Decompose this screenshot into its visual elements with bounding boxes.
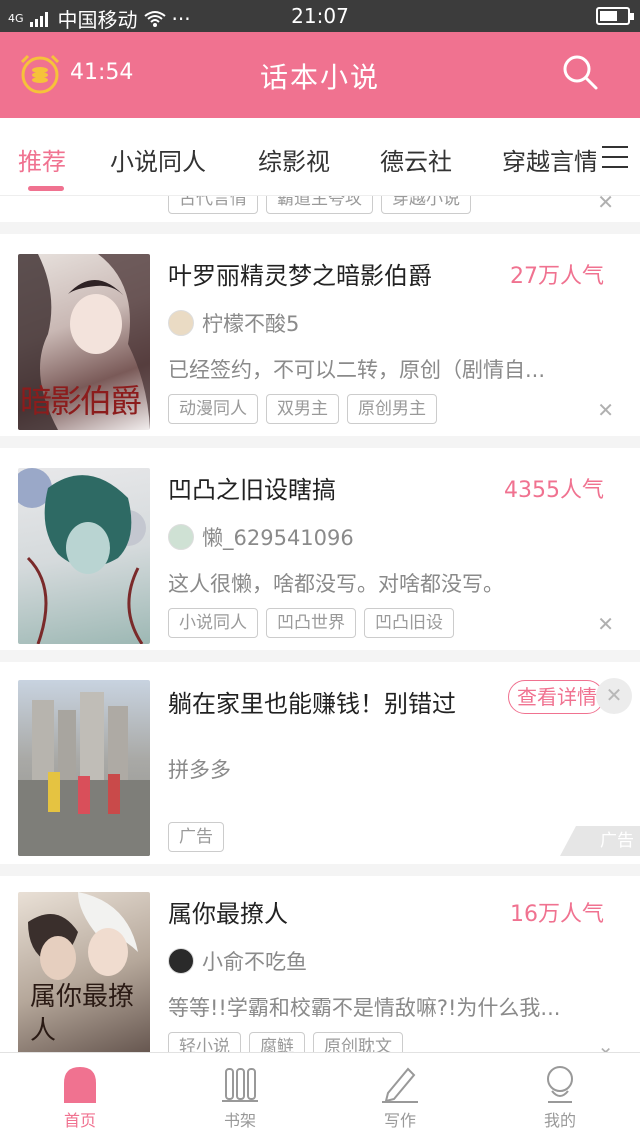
previous-card-tail: 古代言情 霸道主夸攻 穿越小说 ✕: [0, 196, 640, 234]
author[interactable]: 柠檬不酸5: [168, 308, 299, 338]
author-name: 柠檬不酸5: [202, 312, 300, 336]
ad-label: 广告: [168, 822, 224, 852]
novel-description: 等等!!学霸和校霸不是情敌嘛?!为什么我...: [168, 996, 561, 1020]
nav-home[interactable]: 首页: [0, 1053, 160, 1139]
user-icon: [547, 1066, 573, 1103]
app-title: 话本小说: [259, 61, 380, 94]
chevron-down-icon[interactable]: ⌄: [597, 1034, 614, 1052]
tag[interactable]: 霸道主夸攻: [266, 196, 373, 214]
tab-fanfic[interactable]: 小说同人: [110, 142, 206, 177]
category-tabs: 推荐 小说同人 综影视 德云社 穿越言情: [0, 118, 640, 196]
ad-image[interactable]: [18, 680, 150, 856]
battery-icon: [596, 7, 634, 25]
tag[interactable]: 双男主: [266, 394, 339, 424]
advertiser-name: 拼多多: [168, 758, 231, 782]
close-icon[interactable]: ✕: [597, 196, 614, 214]
close-icon[interactable]: ✕: [597, 612, 614, 636]
tab-tv[interactable]: 综影视: [258, 142, 330, 177]
avatar: [168, 948, 194, 974]
book-cover[interactable]: 属你最撩人: [18, 892, 150, 1052]
author[interactable]: 懒_629541096: [168, 522, 354, 552]
view-details-button[interactable]: 查看详情: [508, 680, 604, 714]
tag[interactable]: 小说同人: [168, 608, 258, 638]
tag[interactable]: 腐鲢: [249, 1032, 305, 1052]
tag-list: 小说同人 凹凸世界 凹凸旧设: [168, 608, 462, 638]
novel-card[interactable]: 属你最撩人 属你最撩人 16万人气 小俞不吃鱼 等等!!学霸和校霸不是情敌嘛?!…: [0, 876, 640, 1052]
cover-title: 属你最撩人: [30, 982, 135, 1046]
tab-recommend[interactable]: 推荐: [18, 142, 66, 177]
tag[interactable]: 古代言情: [168, 196, 258, 214]
ad-mark: 广告: [560, 826, 640, 856]
nav-write[interactable]: 写作: [320, 1053, 480, 1139]
tag[interactable]: 凹凸世界: [266, 608, 356, 638]
app-header: 41:54 话本小说: [0, 32, 640, 118]
nav-label: 首页: [63, 1111, 96, 1130]
status-bar: 4G 中国移动 ··· 21:07: [0, 0, 640, 32]
novel-card[interactable]: 凹凸之旧设瞎搞 4355人气 懒_629541096 这人很懒，啥都没写。对啥都…: [0, 448, 640, 662]
pen-icon: [382, 1067, 418, 1103]
popularity: 27万人气: [510, 264, 604, 289]
novel-card[interactable]: 暗影伯爵 叶罗丽精灵梦之暗影伯爵 27万人气 柠檬不酸5 已经签约，不可以二转，…: [0, 234, 640, 448]
author[interactable]: 小俞不吃鱼: [168, 946, 307, 976]
popularity: 16万人气: [510, 902, 604, 927]
tag-list: 动漫同人 双男主 原创男主: [168, 394, 445, 424]
advertiser: 拼多多: [168, 754, 231, 784]
tag[interactable]: 原创耽文: [313, 1032, 403, 1052]
tab-deyunshe[interactable]: 德云社: [380, 142, 452, 177]
novel-feed: 古代言情 霸道主夸攻 穿越小说 ✕ 暗影伯爵 叶罗丽精灵梦之暗影伯爵 27万人气…: [0, 196, 640, 1052]
book-cover[interactable]: 暗影伯爵: [18, 254, 150, 430]
tab-romance[interactable]: 穿越言情: [502, 142, 598, 177]
novel-title[interactable]: 叶罗丽精灵梦之暗影伯爵: [168, 256, 432, 291]
novel-title[interactable]: 属你最撩人: [168, 894, 288, 929]
search-icon[interactable]: [560, 52, 600, 92]
tag[interactable]: 动漫同人: [168, 394, 258, 424]
bottom-navigation: 首页 书架 写作 我的: [0, 1052, 640, 1138]
bookshelf-icon: [222, 1068, 258, 1102]
nav-label: 写作: [383, 1111, 416, 1130]
active-tab-indicator: [28, 186, 64, 191]
nav-profile[interactable]: 我的: [480, 1053, 640, 1139]
ad-title[interactable]: 躺在家里也能赚钱！别错过: [168, 684, 456, 719]
tabs-menu-icon[interactable]: [596, 118, 640, 195]
tag[interactable]: 凹凸旧设: [364, 608, 454, 638]
home-icon: [64, 1067, 96, 1103]
nav-label: 我的: [543, 1111, 576, 1130]
ad-image-art: [18, 692, 150, 856]
avatar: [168, 310, 194, 336]
author-name: 小俞不吃鱼: [202, 950, 307, 974]
tag[interactable]: 穿越小说: [381, 196, 471, 214]
book-cover[interactable]: [18, 468, 150, 644]
author-name: 懒_629541096: [202, 526, 354, 550]
ad-card[interactable]: 躺在家里也能赚钱！别错过 查看详情 ✕ 拼多多 广告 广告: [0, 662, 640, 876]
avatar: [168, 524, 194, 550]
tag-list: 广告: [168, 822, 232, 852]
novel-description: 这人很懒，啥都没写。对啥都没写。: [168, 572, 504, 596]
novel-title[interactable]: 凹凸之旧设瞎搞: [168, 470, 336, 505]
close-icon[interactable]: ✕: [597, 398, 614, 422]
popularity: 4355人气: [504, 478, 604, 503]
close-icon[interactable]: ✕: [596, 678, 632, 714]
cover-title: 暗影伯爵: [20, 382, 142, 420]
tag-list: 轻小说 腐鲢 原创耽文: [168, 1032, 411, 1052]
tag[interactable]: 轻小说: [168, 1032, 241, 1052]
clock: 21:07: [291, 4, 349, 28]
cover-art: [18, 468, 146, 644]
nav-label: 书架: [223, 1111, 256, 1130]
nav-bookshelf[interactable]: 书架: [160, 1053, 320, 1139]
tag[interactable]: 原创男主: [347, 394, 437, 424]
novel-description: 已经签约，不可以二转，原创（剧情自...: [168, 358, 546, 382]
